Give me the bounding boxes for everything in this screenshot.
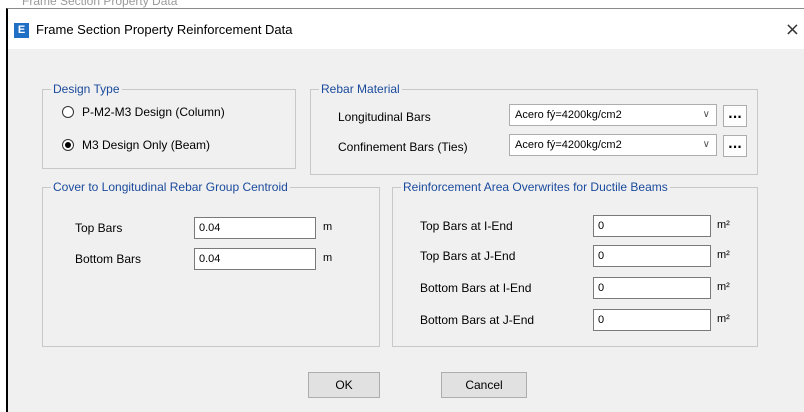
beam-design-label[interactable]: M3 Design Only (Beam) — [82, 138, 210, 152]
background-window-title: Frame Section Property Data — [22, 0, 178, 8]
top-bars-i-end-input[interactable]: 0 — [593, 215, 711, 237]
bottom-bars-i-end-unit: m² — [717, 281, 730, 293]
rebar-material-group: Rebar Material Longitudinal Bars Acero f… — [310, 82, 758, 175]
close-icon[interactable]: × — [785, 19, 800, 40]
bottom-bars-j-end-input[interactable]: 0 — [593, 309, 711, 331]
confinement-bars-more-button[interactable]: ... — [723, 135, 747, 157]
bottom-bars-i-end-input[interactable]: 0 — [593, 277, 711, 299]
top-bars-j-end-input[interactable]: 0 — [593, 245, 711, 267]
top-bars-j-end-label: Top Bars at J-End — [420, 249, 516, 263]
confinement-bars-label: Confinement Bars (Ties) — [338, 140, 468, 154]
chevron-down-icon: ∨ — [702, 109, 710, 120]
bottom-bars-j-end-unit: m² — [717, 313, 730, 325]
longitudinal-bars-value: Acero fý=4200kg/cm2 — [515, 109, 622, 121]
cover-bottom-bars-input[interactable]: 0.04 — [194, 248, 316, 270]
cover-legend: Cover to Longitudinal Rebar Group Centro… — [51, 180, 290, 194]
reinforcement-area-group: Reinforcement Area Overwrites for Ductil… — [392, 180, 758, 347]
longitudinal-bars-label: Longitudinal Bars — [338, 110, 431, 124]
etabs-app-icon: E — [14, 23, 29, 38]
longitudinal-bars-more-button[interactable]: ... — [723, 105, 747, 127]
confinement-bars-value: Acero fý=4200kg/cm2 — [515, 139, 622, 151]
beam-design-radio[interactable] — [62, 139, 74, 151]
cover-bottom-bars-label: Bottom Bars — [75, 252, 142, 266]
top-bars-i-end-unit: m² — [717, 219, 730, 231]
cover-top-bars-input[interactable]: 0.04 — [194, 217, 316, 239]
cover-group: Cover to Longitudinal Rebar Group Centro… — [42, 180, 380, 347]
reinforcement-data-dialog: E Frame Section Property Reinforcement D… — [6, 8, 804, 412]
ok-button[interactable]: OK — [308, 372, 380, 398]
cancel-button[interactable]: Cancel — [441, 372, 527, 398]
confinement-bars-select[interactable]: Acero fý=4200kg/cm2 ∨ — [509, 134, 717, 156]
dialog-title: Frame Section Property Reinforcement Dat… — [36, 22, 293, 37]
cover-top-bars-label: Top Bars — [75, 221, 123, 235]
title-bar: E Frame Section Property Reinforcement D… — [8, 9, 804, 49]
chevron-down-icon: ∨ — [702, 139, 710, 150]
column-design-label[interactable]: P-M2-M3 Design (Column) — [82, 105, 225, 119]
cover-bottom-bars-unit: m — [323, 252, 333, 264]
column-design-radio[interactable] — [62, 106, 74, 118]
longitudinal-bars-select[interactable]: Acero fý=4200kg/cm2 ∨ — [509, 104, 717, 126]
design-type-legend: Design Type — [51, 82, 122, 96]
rebar-material-legend: Rebar Material — [319, 82, 402, 96]
bottom-bars-j-end-label: Bottom Bars at J-End — [420, 313, 535, 327]
top-bars-i-end-label: Top Bars at I-End — [420, 219, 513, 233]
cover-top-bars-unit: m — [323, 221, 333, 233]
top-bars-j-end-unit: m² — [717, 249, 730, 261]
reinforcement-area-legend: Reinforcement Area Overwrites for Ductil… — [401, 180, 670, 194]
design-type-group: Design Type P-M2-M3 Design (Column) M3 D… — [42, 82, 296, 169]
bottom-bars-i-end-label: Bottom Bars at I-End — [420, 281, 532, 295]
